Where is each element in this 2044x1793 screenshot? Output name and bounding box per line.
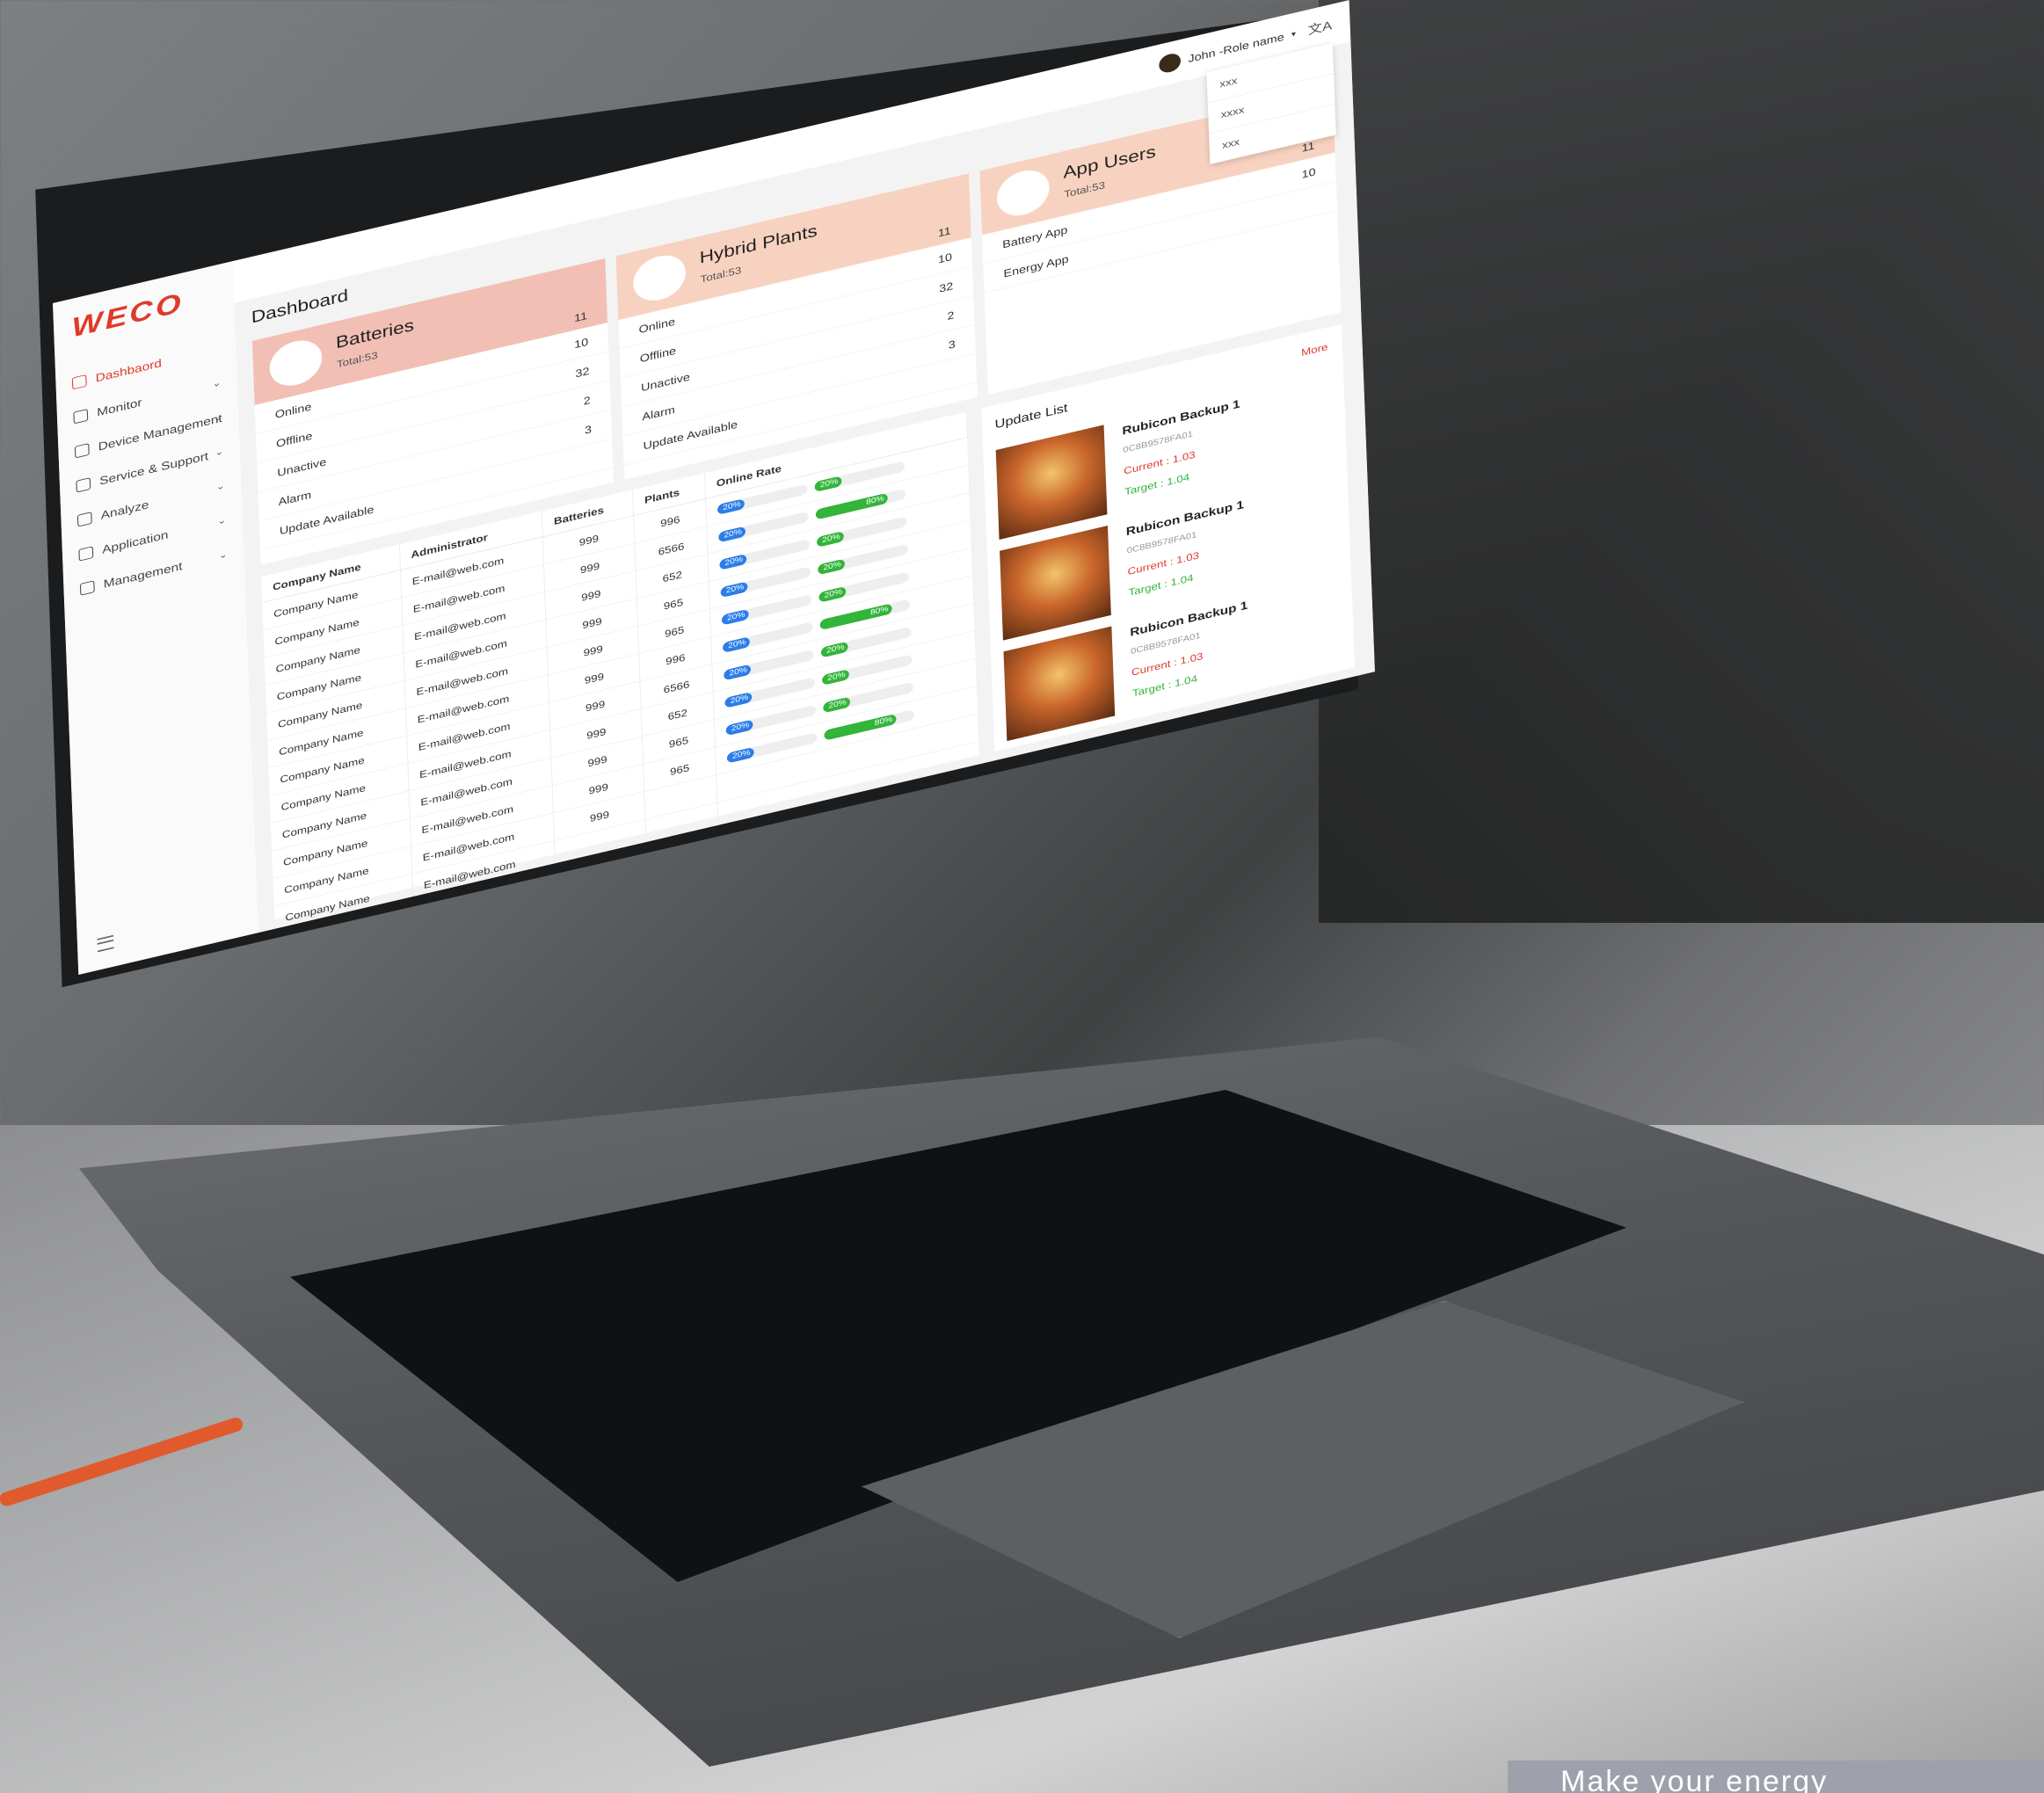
grid-icon [74,443,90,459]
card-row-value: 10 [1301,165,1316,181]
online-rate-fill: 20% [816,530,845,548]
card-total: Total:53 [1064,178,1106,200]
online-rate-fill: 20% [722,636,751,654]
card-row-label: Online [638,315,676,336]
sidebar: WECO Dashbaord Monitor ⌄ Device Management ⌄… [53,260,260,976]
warning-icon [78,546,94,562]
update-target-version: Target : 1.04 [1124,470,1190,498]
card-head-value: 11 [937,224,952,240]
online-rate-fill: 20% [724,664,752,681]
update-list-title: Update List [994,402,1068,432]
chevron-down-icon[interactable]: ⌄ [213,411,222,424]
card-row-label: Unactive [640,370,691,394]
check-circle-icon [76,512,92,527]
more-link[interactable]: More [1301,341,1328,359]
card-row-label: Unactive [277,455,327,479]
card-title: Hybrid Plants [699,221,818,267]
update-target-version: Target : 1.04 [1131,672,1198,700]
card-icon [632,250,687,306]
card-title: App Users [1063,142,1157,183]
card-row-label: Alarm [642,403,676,424]
online-rate-fill: 20% [726,746,754,764]
dashboard-icon [71,374,87,390]
sidebar-item-label: Application [101,527,169,556]
chevron-down-icon[interactable]: ⌄ [215,446,224,458]
online-rate-fill: 20% [718,526,746,543]
sidebar-item-label: Management [103,559,183,591]
document-icon [76,477,91,493]
user-icon [79,580,95,596]
card-row-label: Offline [275,429,313,450]
tagline: Make your energy [1508,1760,2044,1793]
card-row-label: Energy App [1003,252,1069,280]
sidebar-item-label: Analyze [100,497,149,522]
card-icon [268,335,324,391]
online-rate-fill: 20% [725,719,753,737]
online-rate-fill: 20% [724,691,753,708]
online-rate-fill: 20% [721,608,749,626]
card-row-value: 32 [938,279,954,295]
card-row-value: 10 [937,250,953,266]
online-rate-fill: 20% [818,585,847,603]
sidebar-nav: Dashbaord Monitor ⌄ Device Management ⌄ Servi… [55,329,244,611]
card-total: Total:53 [336,349,378,371]
card-row-value: 2 [947,309,955,323]
online-rate-fill: 20% [720,581,748,599]
wall-shadow [1319,0,2044,923]
online-rate-fill: 20% [818,558,846,576]
card-row-label: Online [274,400,312,421]
card-row-label: Offline [639,344,677,365]
card-title: Batteries [335,315,415,352]
avatar [1159,51,1182,75]
chevron-down-icon[interactable]: ⌄ [212,377,222,389]
chevron-down-icon[interactable]: ⌄ [217,514,227,526]
chevron-down-icon[interactable]: ⌄ [215,480,225,492]
card-row-value: 10 [573,335,589,351]
edit-icon [73,409,89,425]
card-row-value: 2 [583,393,591,408]
online-rate-fill: 20% [821,669,850,686]
card-total: Total:53 [700,264,742,286]
online-rate-fill: 20% [716,498,746,516]
collapse-menu-icon[interactable] [97,934,114,953]
chevron-down-icon: ▾ [1291,29,1297,40]
card-row-value: 3 [948,338,956,352]
card-row-value: 32 [575,364,590,381]
sidebar-item-label: Dashbaord [95,356,163,385]
online-rate-fill: 20% [719,553,747,570]
chevron-down-icon[interactable]: ⌄ [218,548,228,561]
card-head-value: 11 [573,309,588,324]
card-icon [996,165,1051,221]
update-thumbnail [995,425,1108,540]
online-rate-fill: 20% [820,641,848,658]
update-target-version: Target : 1.04 [1128,571,1194,599]
online-rate-fill: 20% [814,475,842,493]
update-list-panel: Update List More Rubicon Backup 1 0C8B957… [981,323,1355,752]
card-row-value: 3 [584,422,593,437]
online-rate-fill: 20% [823,696,851,714]
language-icon[interactable]: 文A [1307,15,1332,39]
sidebar-item-label: Monitor [96,396,142,419]
card-row-label: Alarm [278,488,312,508]
weco-logo[interactable]: WECO [71,287,184,344]
